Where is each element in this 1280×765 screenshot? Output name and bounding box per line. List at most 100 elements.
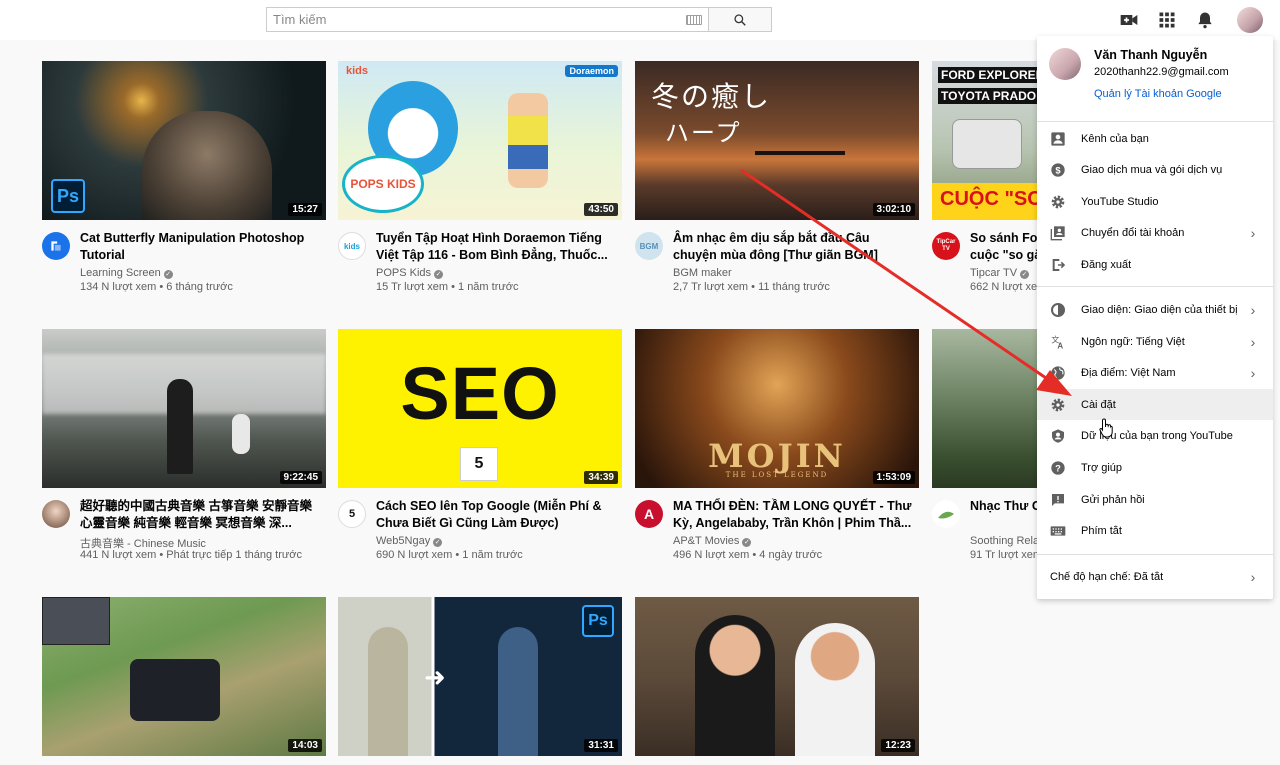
man-right-figure xyxy=(795,623,875,756)
channel-name[interactable]: AP&T Movies ✓ xyxy=(673,535,752,547)
search-button[interactable] xyxy=(708,7,772,32)
menu-item-label: Giao dịch mua và gói dịch vụ xyxy=(1081,163,1223,176)
search-icon xyxy=(734,13,746,26)
video-title[interactable]: 超好聽的中國古典音樂 古箏音樂 安靜音樂 心靈音樂 純音樂 輕音樂 冥想音樂 深… xyxy=(80,498,320,532)
video-duration: 15:27 xyxy=(288,203,322,216)
video-duration: 43:50 xyxy=(584,203,618,216)
menu-item-label: Cài đặt xyxy=(1081,398,1116,411)
search-placeholder: Tìm kiếm xyxy=(273,12,327,27)
video-stats: 91 Tr lượt xem xyxy=(970,549,1042,561)
shield-user-icon xyxy=(1052,428,1064,443)
publish-age: 6 tháng trước xyxy=(166,281,233,293)
photoshop-logo: Ps xyxy=(51,179,85,213)
menu-item-label: Địa điểm: Việt Nam xyxy=(1081,366,1176,379)
channel-name[interactable]: BGM maker xyxy=(673,267,732,279)
video-thumbnail[interactable]: ➜ Ps 31:31 xyxy=(338,597,622,756)
menu-item-keyboard-shortcuts[interactable]: Phím tắt xyxy=(1037,515,1273,546)
menu-item-label: Giao diện: Giao diện của thiết bị xyxy=(1081,303,1238,316)
channel-name[interactable]: Web5Ngay ✓ xyxy=(376,535,443,547)
search-input[interactable]: Tìm kiếm xyxy=(266,7,708,32)
keyboard-icon[interactable] xyxy=(686,14,702,25)
video-duration: 9:22:45 xyxy=(279,471,322,484)
feedback-icon xyxy=(1052,493,1064,506)
menu-item-restricted-mode[interactable]: Chế độ hạn chế: Đã tắt › xyxy=(1037,561,1273,592)
account-name: Văn Thanh Nguyễn xyxy=(1094,48,1208,62)
view-count: 690 N lượt xem xyxy=(376,549,453,561)
seo-caption: SEO xyxy=(400,352,560,435)
video-card[interactable]: 14:03 xyxy=(42,597,326,756)
menu-item-your-channel[interactable]: Kênh của bạn xyxy=(1037,123,1273,154)
menu-item-help[interactable]: ? Trợ giúp xyxy=(1037,452,1273,483)
avatar[interactable] xyxy=(1237,7,1263,33)
menu-item-feedback[interactable]: Gửi phản hồi xyxy=(1037,484,1273,515)
video-card[interactable]: 12:23 xyxy=(635,597,919,756)
video-thumbnail[interactable]: 冬の癒し ハープ 3:02:10 xyxy=(635,61,919,220)
channel-avatar[interactable]: kids xyxy=(338,232,366,260)
video-card[interactable]: MOJIN THE LOST LEGEND 1:53:09 A MA THỔI … xyxy=(635,329,919,568)
channel-avatar[interactable] xyxy=(42,500,70,528)
video-thumbnail[interactable]: MOJIN THE LOST LEGEND 1:53:09 xyxy=(635,329,919,488)
cat-figure xyxy=(142,111,272,220)
video-thumbnail[interactable]: 12:23 xyxy=(635,597,919,756)
video-title[interactable]: Cách SEO lên Top Google (Miễn Phí & Chưa… xyxy=(376,498,616,532)
video-card[interactable]: 冬の癒し ハープ 3:02:10 BGM Âm nhạc êm dịu sắp … xyxy=(635,61,919,300)
video-card[interactable]: Ps 15:27 Cat Butterfly Manipulation Phot… xyxy=(42,61,326,300)
publish-age: 1 năm trước xyxy=(458,281,519,293)
video-card[interactable]: kids Doraemon POPS KIDS 43:50 kids Tuyển… xyxy=(338,61,622,300)
video-camera-icon[interactable] xyxy=(1119,10,1139,30)
verified-icon: ✓ xyxy=(163,270,173,279)
video-title[interactable]: Tuyển Tập Hoạt Hình Doraemon Tiếng Việt … xyxy=(376,230,616,264)
bench-figure xyxy=(755,151,845,155)
channel-name[interactable]: POPS Kids ✓ xyxy=(376,267,444,279)
manage-google-account-link[interactable]: Quản lý Tài khoản Google xyxy=(1094,88,1222,100)
channel-name[interactable]: Tipcar TV ✓ xyxy=(970,267,1030,279)
video-title[interactable]: Âm nhạc êm dịu sắp bắt đầu Câu chuyện mù… xyxy=(673,230,913,264)
menu-item-location[interactable]: Địa điểm: Việt Nam › xyxy=(1037,357,1273,388)
menu-divider xyxy=(1037,554,1273,555)
thumbnail-caption-2: ハープ xyxy=(665,119,742,147)
arrow-right-icon: ➜ xyxy=(424,662,446,692)
video-thumbnail[interactable]: Ps 15:27 xyxy=(42,61,326,220)
channel-avatar[interactable]: A xyxy=(635,500,663,528)
woman-before-figure xyxy=(368,627,408,756)
video-duration: 12:23 xyxy=(881,739,915,752)
sign-out-icon xyxy=(1052,258,1066,271)
menu-item-language[interactable]: 文A Ngôn ngữ: Tiếng Việt › xyxy=(1037,326,1273,357)
publish-age: 1 năm trước xyxy=(462,549,523,561)
bell-icon[interactable] xyxy=(1195,10,1215,30)
video-thumbnail[interactable]: SEO 5 34:39 xyxy=(338,329,622,488)
globe-icon xyxy=(1051,365,1065,380)
menu-item-sign-out[interactable]: Đăng xuất xyxy=(1037,249,1273,280)
car-figure xyxy=(952,119,1022,169)
menu-item-label: Phím tắt xyxy=(1081,524,1122,537)
channel-avatar[interactable]: BGM xyxy=(635,232,663,260)
menu-item-youtube-studio[interactable]: YouTube Studio xyxy=(1037,186,1273,217)
channel-avatar[interactable]: TipCar TV xyxy=(932,232,960,260)
video-card[interactable]: SEO 5 34:39 5 Cách SEO lên Top Google (M… xyxy=(338,329,622,568)
search-bar: Tìm kiếm xyxy=(266,7,772,32)
web5ngay-logo: 5 xyxy=(460,447,498,481)
video-card[interactable]: ➜ Ps 31:31 xyxy=(338,597,622,756)
video-thumbnail[interactable]: 14:03 xyxy=(42,597,326,756)
video-title[interactable]: Cat Butterfly Manipulation Photoshop Tut… xyxy=(80,230,320,264)
webcam-inset xyxy=(42,597,110,645)
apps-grid-icon[interactable] xyxy=(1157,10,1177,30)
menu-item-switch-account[interactable]: Chuyển đổi tài khoản › xyxy=(1037,217,1273,248)
menu-item-appearance[interactable]: Giao diện: Giao diện của thiết bị › xyxy=(1037,294,1273,325)
menu-item-settings[interactable]: Cài đặt xyxy=(1037,389,1273,420)
thumbnail-caption-2: TOYOTA PRADO xyxy=(938,88,1040,104)
menu-item-your-data[interactable]: Dữ liệu của bạn trong YouTube xyxy=(1037,420,1273,451)
channel-avatar[interactable]: 5 xyxy=(338,500,366,528)
channel-avatar[interactable] xyxy=(932,500,960,528)
chevron-right-icon: › xyxy=(1250,364,1256,381)
woman-figure xyxy=(232,414,250,454)
view-count: 662 N lượt xem xyxy=(970,281,1047,293)
gear-icon xyxy=(1051,398,1065,411)
video-card[interactable]: 9:22:45 超好聽的中國古典音樂 古箏音樂 安靜音樂 心靈音樂 純音樂 輕音… xyxy=(42,329,326,568)
video-thumbnail[interactable]: kids Doraemon POPS KIDS 43:50 xyxy=(338,61,622,220)
menu-item-purchases[interactable]: $ Giao dịch mua và gói dịch vụ xyxy=(1037,154,1273,185)
video-thumbnail[interactable]: 9:22:45 xyxy=(42,329,326,488)
channel-avatar[interactable] xyxy=(42,232,70,260)
channel-name[interactable]: Learning Screen ✓ xyxy=(80,267,173,279)
video-title[interactable]: MA THỔI ĐÈN: TẦM LONG QUYẾT - Thư Kỳ, An… xyxy=(673,498,913,532)
